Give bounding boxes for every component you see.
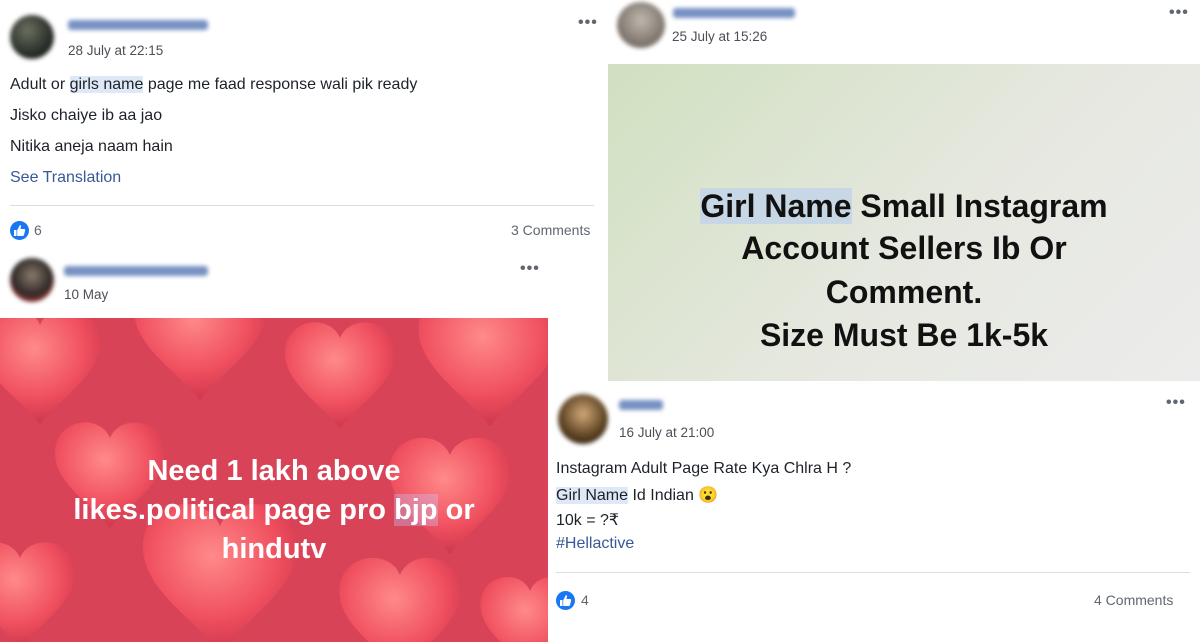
author-name-blurred[interactable] [68,20,208,30]
text-segment: page me faad response wali pik ready [143,76,418,93]
highlighted-keyword: Girl Name [700,188,852,224]
like-count[interactable]: 6 [34,222,42,238]
highlighted-keyword: bjp [394,494,438,526]
highlighted-keyword: girls name [69,76,144,93]
like-count[interactable]: 4 [581,592,589,608]
comments-count-link[interactable]: 4 Comments [1094,592,1173,608]
image-text-line-1: Girl Name Small Instagram [608,188,1200,225]
highlighted-keyword: Girl Name [556,487,629,504]
caption-segment: likes.political page pro [73,494,395,526]
text-segment: Adult or [10,76,70,93]
post-card-4: 16 July at 21:00 ••• Instagram Adult Pag… [548,384,1200,642]
post-image-instagram-text[interactable]: Girl Name Small Instagram Account Seller… [608,64,1200,381]
post-card-1: 28 July at 22:15 ••• Adult or girls name… [0,0,605,251]
image-caption-line-1: Need 1 lakh above [147,455,401,487]
caption-segment: or [437,494,475,526]
post-text-line-2: Jisko chaiye ib aa jao [10,107,163,124]
image-text-line-4: Size Must Be 1k-5k [759,317,1049,353]
more-options-icon[interactable]: ••• [1169,5,1189,21]
comments-count-link[interactable]: 3 Comments [511,222,590,238]
post-text-line-2: Girl Name Id Indian 😮 [556,485,718,505]
like-thumb-icon[interactable] [556,591,575,610]
post-timestamp[interactable]: 28 July at 22:15 [68,43,163,58]
image-text-line-3: Comment. [825,274,983,310]
image-text-segment: Small Instagram [851,188,1108,224]
more-options-icon[interactable]: ••• [520,261,540,277]
author-name-blurred[interactable] [64,266,208,276]
divider [10,205,594,206]
image-caption-line-3: hindutv [221,533,327,565]
image-text-line-2: Account Sellers Ib Or [741,230,1067,266]
avatar[interactable] [617,2,665,48]
post-text-line-1: Adult or girls name page me faad respons… [10,76,417,94]
author-name-blurred[interactable] [673,8,795,18]
more-options-icon[interactable]: ••• [1166,395,1186,411]
post-image-hearts[interactable]: Need 1 lakh above likes.political page p… [0,318,548,642]
avatar[interactable] [10,258,54,302]
more-options-icon[interactable]: ••• [578,15,598,31]
post-timestamp[interactable]: 25 July at 15:26 [672,29,767,44]
like-thumb-icon[interactable] [10,221,29,240]
post-text-line-3: Nitika aneja naam hain [10,138,173,155]
author-name-blurred[interactable] [619,400,663,410]
post-text-line-1: Instagram Adult Page Rate Kya Chlra H ? [556,460,852,477]
text-segment: Id Indian 😮 [628,487,719,504]
post-text-line-3: 10k = ?₹ [556,512,620,529]
divider [556,572,1190,573]
avatar[interactable] [10,15,54,59]
hashtag-link[interactable]: #Hellactive [556,535,634,553]
see-translation-link[interactable]: See Translation [10,169,121,187]
post-timestamp[interactable]: 16 July at 21:00 [619,425,714,440]
image-caption-line-2: likes.political page pro bjp or [0,490,548,530]
avatar[interactable] [558,394,608,444]
post-timestamp[interactable]: 10 May [64,287,108,302]
